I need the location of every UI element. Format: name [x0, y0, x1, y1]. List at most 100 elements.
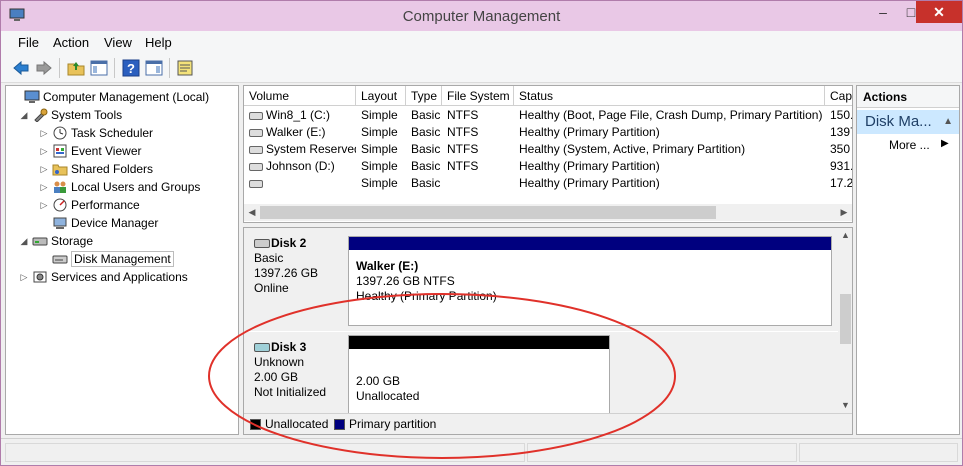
cell-volume	[244, 175, 356, 192]
computer-icon	[24, 90, 40, 103]
tree-item-task-scheduler[interactable]: ▷ Task Scheduler	[38, 124, 154, 142]
menu-action[interactable]: Action	[53, 35, 89, 50]
toolbar-separator	[169, 58, 170, 78]
disk-info[interactable]: Disk 3 Unknown 2.00 GB Not Initialized	[244, 332, 344, 413]
scrollbar-thumb[interactable]	[260, 206, 716, 219]
actions-disk-management-section[interactable]: Disk Ma... ▲	[857, 110, 959, 134]
disk-size: 1397.26 GB	[254, 266, 319, 280]
services-icon	[33, 271, 47, 283]
disk-row[interactable]: Disk 3 Unknown 2.00 GB Not Initialized 2…	[244, 332, 838, 415]
disk-state: Not Initialized	[254, 385, 327, 399]
column-header-status[interactable]: Status	[514, 86, 825, 106]
storage-icon	[32, 237, 48, 246]
menu-view[interactable]: View	[104, 35, 132, 50]
up-folder-icon[interactable]	[66, 58, 86, 78]
show-hide-tree-icon[interactable]	[89, 58, 109, 78]
tree-item-performance[interactable]: ▷ Performance	[38, 196, 140, 214]
tree-expander[interactable]: ▷	[38, 146, 50, 157]
partition-unallocated[interactable]: 2.00 GB Unallocated	[348, 335, 610, 415]
disk-row[interactable]: Disk 2 Basic 1397.26 GB Online Walker (E…	[244, 228, 838, 331]
disk-icon	[254, 239, 270, 249]
scroll-left-icon[interactable]: ◀	[244, 204, 260, 221]
column-header-layout[interactable]: Layout	[356, 86, 406, 106]
cell-file-system: NTFS	[447, 159, 479, 173]
volume-icon	[249, 179, 263, 188]
disk-graphical-view: Disk 2 Basic 1397.26 GB Online Walker (E…	[243, 227, 853, 435]
tree-expander[interactable]: ▷	[38, 164, 50, 175]
tools-icon	[34, 108, 48, 122]
scrollbar-thumb[interactable]	[840, 294, 851, 344]
primary-partition-bar	[349, 237, 831, 250]
cell-status: Healthy (Boot, Page File, Crash Dump, Pr…	[519, 108, 823, 122]
minimize-button[interactable]: –	[869, 1, 897, 23]
disk-management-icon	[52, 255, 68, 264]
column-header-volume[interactable]: Volume	[244, 86, 356, 106]
cell-capacity: 931.	[830, 159, 853, 173]
table-row[interactable]: Win8_1 (C:) Simple Basic NTFS Healthy (B…	[244, 107, 853, 124]
help-icon[interactable]: ?	[121, 58, 141, 78]
disk-type: Unknown	[254, 355, 305, 369]
disk-icon-uninitialized	[254, 343, 270, 353]
tree-item-disk-management[interactable]: Disk Management	[38, 250, 174, 268]
tree-expander[interactable]: ▷	[38, 128, 50, 139]
tree-item-system-tools[interactable]: ◢ System Tools	[18, 106, 122, 124]
forward-icon[interactable]	[34, 58, 54, 78]
cell-file-system: NTFS	[447, 142, 479, 156]
cell-type: Basic	[411, 142, 441, 156]
partition-size: 2.00 GB	[356, 374, 401, 388]
cell-volume: System Reserved	[244, 141, 356, 158]
table-row[interactable]: Johnson (D:) Simple Basic NTFS Healthy (…	[244, 158, 853, 175]
cell-status: Healthy (Primary Partition)	[519, 125, 660, 139]
menu-help[interactable]: Help	[145, 35, 172, 50]
tree-item-computer-management[interactable]: Computer Management (Local)	[10, 88, 209, 106]
volume-name: Win8_1 (C:)	[266, 108, 331, 122]
tree-expander[interactable]: ◢	[18, 236, 30, 247]
volume-name: System Reserved	[266, 142, 356, 156]
volume-icon	[249, 145, 263, 154]
cell-layout: Simple	[361, 125, 398, 139]
vertical-scrollbar[interactable]: ▲ ▼	[838, 228, 852, 413]
tree-item-label: Storage	[51, 234, 94, 248]
tree-item-event-viewer[interactable]: ▷ Event Viewer	[38, 142, 142, 160]
cell-capacity: 150.	[830, 108, 853, 122]
back-icon[interactable]	[11, 58, 31, 78]
tree-item-label: Services and Applications	[51, 270, 188, 284]
properties-icon[interactable]	[175, 58, 195, 78]
tree-expander[interactable]: ▷	[38, 200, 50, 211]
disk-info[interactable]: Disk 2 Basic 1397.26 GB Online	[244, 228, 344, 331]
menu-file[interactable]: File	[18, 35, 39, 50]
table-row[interactable]: System Reserved Simple Basic NTFS Health…	[244, 141, 852, 158]
disk-size: 2.00 GB	[254, 370, 299, 384]
tree-item-device-manager[interactable]: Device Manager	[38, 214, 158, 232]
tree-expander[interactable]: ▷	[38, 182, 50, 193]
tree-expander[interactable]: ▷	[18, 272, 30, 283]
title-bar[interactable]: Computer Management – □ ✕	[1, 1, 962, 31]
horizontal-scrollbar[interactable]: ◀ ▶	[244, 204, 852, 221]
close-button[interactable]: ✕	[916, 1, 962, 23]
tree-item-services-and-applications[interactable]: ▷ Services and Applications	[18, 268, 188, 286]
column-header-capacity[interactable]: Cap	[825, 86, 852, 106]
column-header-file-system[interactable]: File System	[442, 86, 514, 106]
cell-file-system	[442, 175, 514, 192]
show-hide-action-pane-icon[interactable]	[144, 58, 164, 78]
more-actions-link[interactable]: More ...	[889, 138, 930, 152]
scroll-down-icon[interactable]: ▼	[838, 398, 852, 413]
partition-title: Walker (E:)	[356, 259, 419, 273]
cell-capacity: 1397	[830, 125, 852, 139]
table-row[interactable]: Simple Basic Healthy (Primary Partition)…	[244, 175, 852, 192]
collapse-icon[interactable]: ▲	[943, 110, 953, 134]
tree-item-label: Computer Management (Local)	[43, 90, 210, 104]
toolbar-separator	[59, 58, 60, 78]
scroll-right-icon[interactable]: ▶	[836, 204, 852, 221]
device-manager-icon	[53, 217, 67, 229]
tree-item-label: Performance	[71, 198, 140, 212]
table-row[interactable]: Walker (E:) Simple Basic NTFS Healthy (P…	[244, 124, 852, 141]
scroll-up-icon[interactable]: ▲	[838, 228, 852, 243]
partition-walker[interactable]: Walker (E:) 1397.26 GB NTFS Healthy (Pri…	[348, 236, 832, 326]
tree-item-local-users-and-groups[interactable]: ▷ Local Users and Groups	[38, 178, 201, 196]
tree-expander[interactable]: ◢	[18, 110, 30, 121]
tree-item-storage[interactable]: ◢ Storage	[18, 232, 94, 250]
legend-swatch-unallocated	[250, 419, 261, 430]
column-header-type[interactable]: Type	[406, 86, 442, 106]
tree-item-shared-folders[interactable]: ▷ Shared Folders	[38, 160, 154, 178]
